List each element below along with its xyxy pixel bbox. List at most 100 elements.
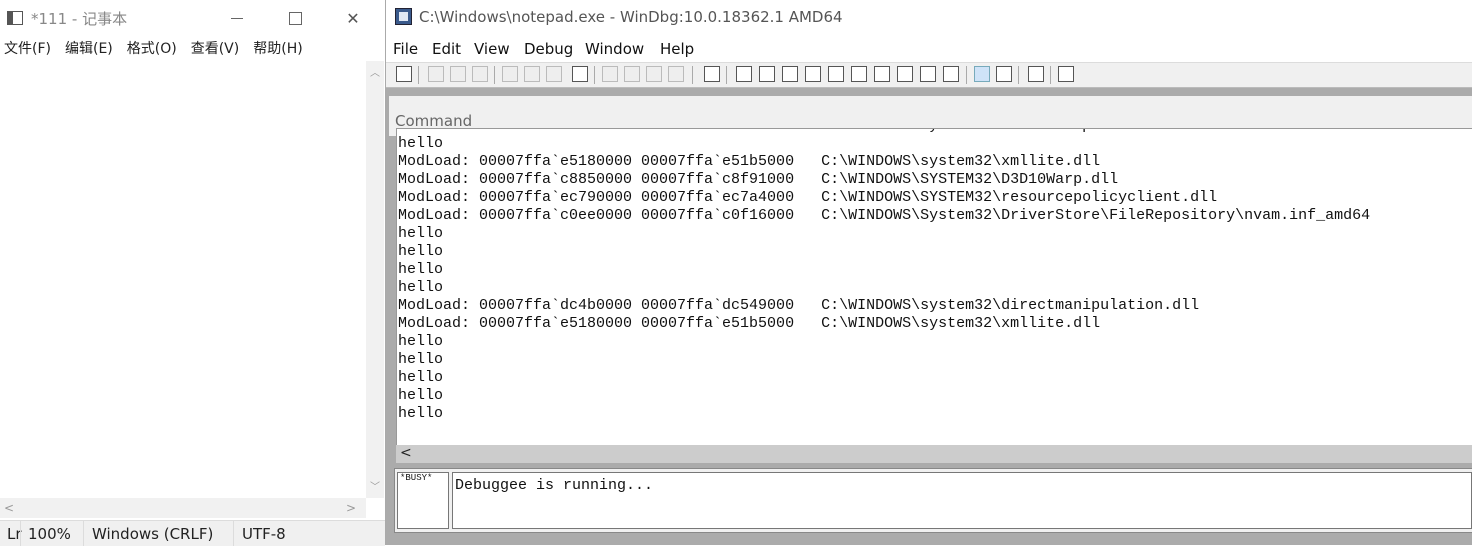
output-line: ModLoad: 00007ffa`dc4b0000 00007ffa`dc54… xyxy=(398,297,1200,314)
options-icon[interactable] xyxy=(1058,66,1074,82)
busy-indicator: *BUSY* xyxy=(397,472,449,529)
output-line: hello xyxy=(398,351,444,368)
scroll-left-icon[interactable]: < xyxy=(400,445,412,461)
windbg-toolbar xyxy=(386,62,1472,88)
menu-help[interactable]: 帮助(H) xyxy=(253,38,302,62)
windbg-title-bar[interactable]: C:\Windows\notepad.exe - WinDbg:10.0.183… xyxy=(386,0,1472,36)
scratch-pad-icon[interactable] xyxy=(897,66,913,82)
output-line: hello xyxy=(398,333,444,350)
command-output-horizontal-scrollbar[interactable]: < xyxy=(396,445,1472,463)
menu-file[interactable]: 文件(F) xyxy=(4,38,51,62)
status-divider xyxy=(83,521,84,546)
output-line: hello xyxy=(398,135,444,152)
output-line: ModLoad: 00007ffa`e5180000 00007ffa`e51b… xyxy=(398,153,1101,170)
output-line: hello xyxy=(398,261,444,278)
menu-debug[interactable]: Debug xyxy=(524,40,573,58)
notepad-app-icon xyxy=(7,11,23,25)
output-line: hello xyxy=(398,225,444,242)
output-line: hello xyxy=(398,387,444,404)
binary-mode-icon[interactable] xyxy=(996,66,1012,82)
toolbar-divider xyxy=(726,66,727,84)
notepad-text-area[interactable] xyxy=(0,61,366,498)
go-icon[interactable] xyxy=(502,66,518,82)
output-line: ModLoad: 00007ffa`ec790000 00007ffa`ec7a… xyxy=(398,189,1218,206)
toolbar-divider xyxy=(966,66,967,84)
font-icon[interactable] xyxy=(1028,66,1044,82)
menu-view[interactable]: 查看(V) xyxy=(191,38,240,62)
menu-help[interactable]: Help xyxy=(660,40,694,58)
command-input[interactable]: Debuggee is running... xyxy=(452,472,1472,529)
run-to-cursor-icon[interactable] xyxy=(668,66,684,82)
notepad-title-bar[interactable]: *111 - 记事本 ✕ xyxy=(0,0,385,36)
notepad-window: *111 - 记事本 ✕ 文件(F) 编辑(E) 格式(O) 查看(V) 帮助(… xyxy=(0,0,385,546)
output-line: hello xyxy=(398,279,444,296)
toolbar-divider xyxy=(594,66,595,84)
command-output-pane[interactable]: ModLoad: 00007ffa`e5180000 00007ffa`e519… xyxy=(396,128,1472,446)
step-out-icon[interactable] xyxy=(646,66,662,82)
call-stack-window-icon[interactable] xyxy=(851,66,867,82)
toolbar-divider xyxy=(1050,66,1051,84)
menu-edit[interactable]: 编辑(E) xyxy=(65,38,113,62)
minimize-icon xyxy=(231,17,243,19)
toolbar-divider xyxy=(418,66,419,84)
restart-icon[interactable] xyxy=(524,66,540,82)
open-icon[interactable] xyxy=(396,66,412,82)
windbg-title: C:\Windows\notepad.exe - WinDbg:10.0.183… xyxy=(419,8,843,26)
toolbar-divider xyxy=(1018,66,1019,84)
command-browser-icon[interactable] xyxy=(943,66,959,82)
notepad-title: *111 - 记事本 xyxy=(31,10,128,28)
output-line: hello xyxy=(398,405,444,422)
output-line: ModLoad: 00007ffa`e5180000 00007ffa`e51b… xyxy=(398,315,1101,332)
maximize-button[interactable] xyxy=(266,0,324,36)
menu-edit[interactable]: Edit xyxy=(432,40,461,58)
command-output-text: ModLoad: 00007ffa`e5180000 00007ffa`e519… xyxy=(398,129,1371,423)
hand-icon[interactable] xyxy=(704,66,720,82)
toolbar-divider xyxy=(494,66,495,84)
notepad-status-bar: Lr 100% Windows (CRLF) UTF-8 xyxy=(0,520,385,546)
paste-icon[interactable] xyxy=(472,66,488,82)
stop-debugging-icon[interactable] xyxy=(546,66,562,82)
command-window-icon[interactable] xyxy=(736,66,752,82)
windbg-window: C:\Windows\notepad.exe - WinDbg:10.0.183… xyxy=(385,0,1472,545)
source-mode-icon[interactable] xyxy=(974,66,990,82)
watch-window-icon[interactable] xyxy=(759,66,775,82)
windbg-app-icon xyxy=(395,8,412,25)
menu-window[interactable]: Window xyxy=(585,40,644,58)
menu-format[interactable]: 格式(O) xyxy=(127,38,177,62)
output-line: hello xyxy=(398,243,444,260)
registers-window-icon[interactable] xyxy=(805,66,821,82)
processes-threads-icon[interactable] xyxy=(920,66,936,82)
copy-icon[interactable] xyxy=(450,66,466,82)
disassembly-window-icon[interactable] xyxy=(874,66,890,82)
scroll-down-icon[interactable]: ﹀ xyxy=(368,481,382,495)
scroll-left-icon[interactable]: < xyxy=(4,501,14,515)
menu-view[interactable]: View xyxy=(474,40,510,58)
notepad-vertical-scrollbar[interactable]: ︿ ﹀ xyxy=(366,61,384,498)
status-zoom: 100% xyxy=(28,525,71,543)
step-into-icon[interactable] xyxy=(602,66,618,82)
output-line: hello xyxy=(398,369,444,386)
notepad-menubar: 文件(F) 编辑(E) 格式(O) 查看(V) 帮助(H) xyxy=(0,38,313,62)
output-line: ModLoad: 00007ffa`c8850000 00007ffa`c8f9… xyxy=(398,171,1119,188)
status-encoding: UTF-8 xyxy=(242,525,286,543)
minimize-button[interactable] xyxy=(208,0,266,36)
notepad-horizontal-scrollbar[interactable]: < > xyxy=(0,498,366,518)
status-divider xyxy=(20,521,21,546)
memory-window-icon[interactable] xyxy=(828,66,844,82)
close-icon: ✕ xyxy=(346,8,360,28)
windbg-menubar: File Edit View Debug Window Help xyxy=(386,36,1472,62)
windbg-mdi-area: Command ModLoad: 00007ffa`e5180000 00007… xyxy=(386,88,1472,545)
output-line: ModLoad: 00007ffa`e5180000 00007ffa`e519… xyxy=(398,129,1370,135)
close-button[interactable]: ✕ xyxy=(324,0,382,36)
locals-window-icon[interactable] xyxy=(782,66,798,82)
toolbar-divider xyxy=(692,66,693,84)
scroll-right-icon[interactable]: > xyxy=(346,501,356,515)
cut-icon[interactable] xyxy=(428,66,444,82)
command-input-row: *BUSY* Debuggee is running... xyxy=(394,468,1472,533)
output-line: ModLoad: 00007ffa`c0ee0000 00007ffa`c0f1… xyxy=(398,207,1371,224)
break-icon[interactable] xyxy=(572,66,588,82)
step-over-icon[interactable] xyxy=(624,66,640,82)
menu-file[interactable]: File xyxy=(393,40,418,58)
status-line-ending: Windows (CRLF) xyxy=(92,525,214,543)
scroll-up-icon[interactable]: ︿ xyxy=(368,67,382,81)
